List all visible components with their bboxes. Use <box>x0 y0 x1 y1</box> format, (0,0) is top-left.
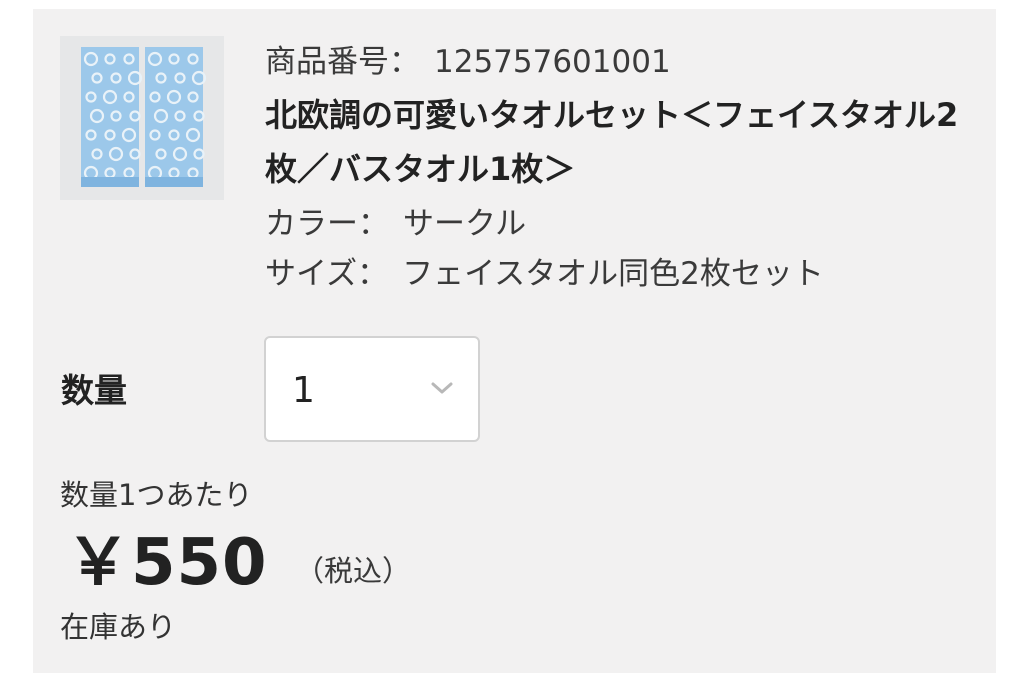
tax-note: （税込） <box>295 554 412 588</box>
size-row: サイズ： フェイスタオル同色2枚セット <box>265 249 985 299</box>
size-label: サイズ： <box>265 256 389 292</box>
product-number-row: 商品番号： 125757601001 <box>265 37 985 87</box>
color-value: サークル <box>403 206 527 242</box>
stock-status: 在庫あり <box>60 610 177 644</box>
color-row: カラー： サークル <box>265 199 985 249</box>
product-title[interactable]: 北欧調の可愛いタオルセット＜フェイスタオル2枚／バスタオル1枚＞ <box>265 88 965 196</box>
product-number-label: 商品番号： <box>265 44 420 80</box>
product-info: 商品番号： 125757601001 北欧調の可愛いタオルセット＜フェイスタオル2… <box>265 37 985 299</box>
quantity-selected-value: 1 <box>292 370 315 411</box>
product-card: 商品番号： 125757601001 北欧調の可愛いタオルセット＜フェイスタオル2… <box>33 9 996 673</box>
product-thumbnail[interactable] <box>60 36 224 200</box>
quantity-select[interactable]: 1 <box>264 336 480 442</box>
color-label: カラー： <box>265 206 389 242</box>
towel-image <box>81 47 207 187</box>
price: ￥550 <box>66 526 268 600</box>
quantity-label: 数量 <box>61 371 127 410</box>
size-value: フェイスタオル同色2枚セット <box>402 256 824 292</box>
per-unit-label: 数量1つあたり <box>60 478 253 512</box>
chevron-down-icon <box>431 382 453 394</box>
product-number-value: 125757601001 <box>434 44 671 80</box>
